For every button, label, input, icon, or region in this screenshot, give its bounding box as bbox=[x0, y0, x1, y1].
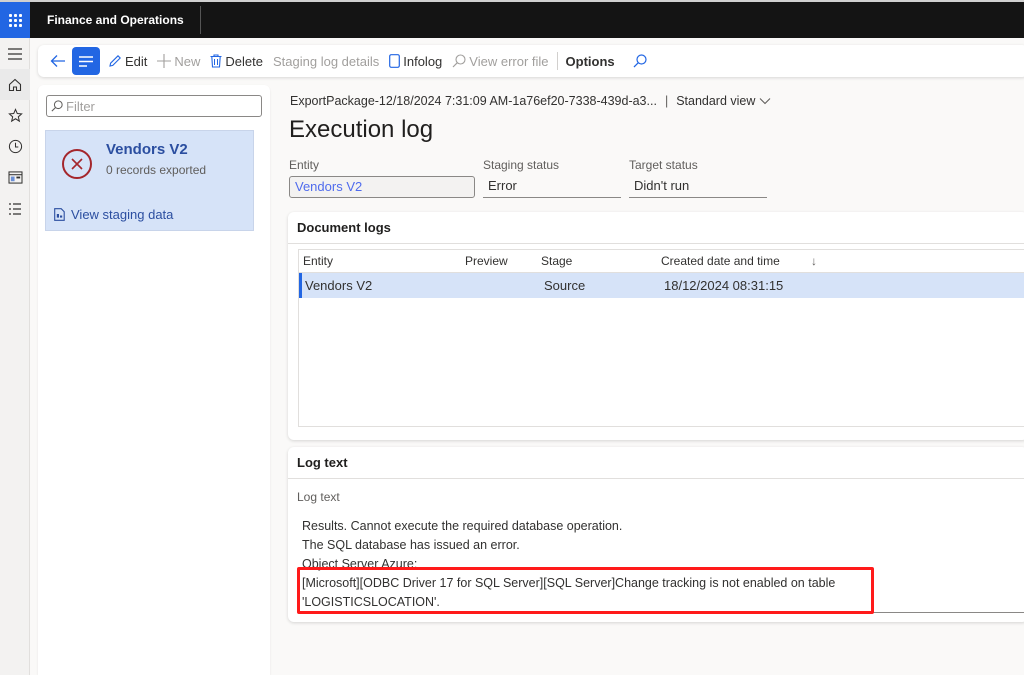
entity-field[interactable]: Vendors V2 bbox=[289, 176, 475, 198]
log-text-field[interactable]: Results. Cannot execute the required dat… bbox=[302, 517, 1022, 612]
page-title: Execution log bbox=[289, 116, 434, 143]
top-bar: Finance and Operations bbox=[0, 0, 1024, 38]
column-header-stage[interactable]: Stage bbox=[541, 254, 661, 268]
title-divider bbox=[200, 6, 201, 34]
sort-descending-icon[interactable]: ↓ bbox=[811, 254, 831, 268]
view-staging-data-label: View staging data bbox=[71, 207, 174, 222]
workspace-icon[interactable] bbox=[0, 162, 30, 193]
table-row[interactable]: Vendors V2 Source 18/12/2024 08:31:15 bbox=[299, 273, 1024, 298]
staging-status-field: Error bbox=[483, 176, 621, 198]
filter-input[interactable] bbox=[66, 98, 256, 114]
log-line: The SQL database has issued an error. bbox=[302, 538, 520, 552]
cell-entity: Vendors V2 bbox=[305, 278, 373, 293]
delete-button[interactable]: Delete bbox=[205, 45, 268, 77]
column-header-entity[interactable]: Entity bbox=[299, 254, 465, 268]
delete-label: Delete bbox=[225, 53, 263, 69]
back-arrow-icon bbox=[50, 55, 65, 67]
target-status-field: Didn't run bbox=[629, 176, 767, 198]
entity-card[interactable]: Vendors V2 0 records exported View stagi… bbox=[45, 130, 254, 231]
trash-icon bbox=[210, 54, 222, 68]
document-logs-panel: Document logs Entity Preview Stage Creat… bbox=[288, 212, 1024, 440]
hamburger-icon[interactable] bbox=[0, 38, 30, 69]
infolog-icon bbox=[389, 54, 401, 68]
log-text-panel: Log text Log text Results. Cannot execut… bbox=[288, 447, 1024, 622]
edit-label: Edit bbox=[125, 53, 148, 69]
action-menu-icon bbox=[79, 55, 93, 67]
log-text-header[interactable]: Log text bbox=[288, 447, 1024, 479]
view-selector-label: Standard view bbox=[676, 94, 756, 108]
new-button[interactable]: New bbox=[152, 45, 205, 77]
log-line: Results. Cannot execute the required dat… bbox=[302, 519, 623, 533]
view-error-file-label: View error file bbox=[469, 53, 549, 69]
new-label: New bbox=[174, 53, 201, 69]
pencil-icon bbox=[108, 54, 122, 68]
back-button[interactable] bbox=[44, 45, 72, 77]
staging-log-details-label: Staging log details bbox=[273, 53, 380, 69]
toolbar-separator bbox=[556, 52, 558, 70]
app-launcher-button[interactable] bbox=[0, 2, 30, 38]
view-selector[interactable]: Standard view bbox=[676, 94, 771, 108]
options-tab[interactable]: Options bbox=[561, 45, 620, 77]
list-icon[interactable] bbox=[0, 193, 30, 224]
view-staging-data-link[interactable]: View staging data bbox=[54, 207, 173, 222]
document-logs-header[interactable]: Document logs bbox=[288, 212, 1024, 244]
filter-field[interactable] bbox=[46, 95, 262, 117]
plus-icon bbox=[157, 54, 172, 68]
entity-field-label: Entity bbox=[289, 158, 320, 172]
nav-rail bbox=[0, 38, 30, 675]
action-search-button[interactable] bbox=[628, 45, 652, 77]
staging-data-icon bbox=[54, 208, 65, 221]
action-pane: Edit New Delete Staging log details Info… bbox=[38, 45, 1024, 77]
infolog-label: Infolog bbox=[403, 53, 443, 69]
infolog-button[interactable]: Infolog bbox=[384, 45, 447, 77]
search-icon bbox=[452, 54, 466, 68]
clock-icon[interactable] bbox=[0, 131, 30, 162]
grid-header-row: Entity Preview Stage Created date and ti… bbox=[299, 250, 1024, 273]
view-error-file-button[interactable]: View error file bbox=[447, 45, 553, 77]
entity-list-pane: Vendors V2 0 records exported View stagi… bbox=[38, 85, 270, 675]
column-header-preview[interactable]: Preview bbox=[465, 254, 541, 268]
log-text-label: Log text bbox=[297, 490, 340, 504]
waffle-icon bbox=[8, 13, 22, 27]
chevron-down-icon bbox=[760, 98, 771, 105]
breadcrumb: ExportPackage-12/18/2024 7:31:09 AM-1a76… bbox=[290, 94, 771, 108]
breadcrumb-separator: | bbox=[664, 94, 669, 108]
staging-status-label: Staging status bbox=[483, 158, 560, 172]
action-menu-button[interactable] bbox=[72, 47, 100, 75]
error-circle-icon bbox=[62, 149, 92, 179]
entity-card-subtitle: 0 records exported bbox=[106, 163, 207, 177]
log-line: 'LOGISTICSLOCATION'. bbox=[302, 595, 440, 609]
target-status-label: Target status bbox=[629, 158, 698, 172]
star-icon[interactable] bbox=[0, 100, 30, 131]
options-label: Options bbox=[565, 53, 615, 69]
search-icon bbox=[51, 100, 63, 112]
app-title[interactable]: Finance and Operations bbox=[47, 2, 184, 38]
breadcrumb-record: ExportPackage-12/18/2024 7:31:09 AM-1a76… bbox=[290, 94, 657, 108]
main-content: ExportPackage-12/18/2024 7:31:09 AM-1a76… bbox=[280, 85, 1024, 675]
search-icon bbox=[633, 54, 647, 68]
log-text-underline bbox=[298, 612, 1024, 613]
staging-log-details-button[interactable]: Staging log details bbox=[268, 45, 384, 77]
log-line: [Microsoft][ODBC Driver 17 for SQL Serve… bbox=[302, 576, 836, 590]
cell-created: 18/12/2024 08:31:15 bbox=[664, 278, 784, 293]
log-line: Object Server Azure: bbox=[302, 557, 418, 571]
cell-stage: Source bbox=[544, 278, 586, 293]
edit-button[interactable]: Edit bbox=[103, 45, 152, 77]
column-header-created[interactable]: Created date and time bbox=[661, 254, 811, 268]
home-icon[interactable] bbox=[0, 69, 30, 100]
document-logs-grid: Entity Preview Stage Created date and ti… bbox=[298, 249, 1024, 427]
entity-card-title: Vendors V2 bbox=[106, 141, 188, 158]
